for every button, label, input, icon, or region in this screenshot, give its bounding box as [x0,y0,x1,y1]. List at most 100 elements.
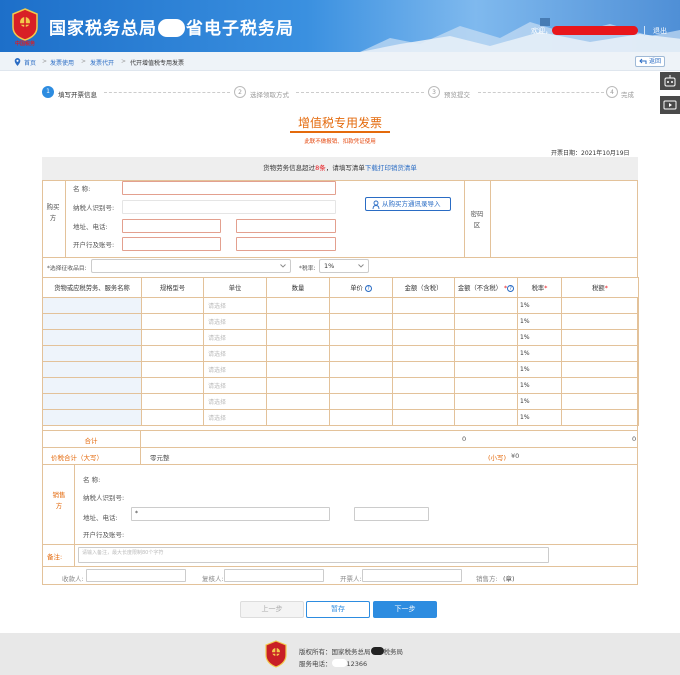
download-list-link[interactable]: 下载打印销货清单 [365,164,417,172]
spec-cell[interactable] [141,297,204,314]
tax-cell[interactable] [561,297,639,314]
spec-cell[interactable] [141,393,204,410]
tax-cell[interactable] [561,377,639,394]
unit-price-cell[interactable] [329,393,393,410]
quantity-cell[interactable] [266,345,330,362]
breadcrumb-invoice-issue[interactable]: 发票代开 [90,58,114,67]
goods-name-cell[interactable] [42,409,142,426]
quantity-cell[interactable] [266,377,330,394]
unit-price-cell[interactable] [329,329,393,346]
quantity-cell[interactable] [266,297,330,314]
tax-cell[interactable] [561,329,639,346]
quantity-cell[interactable] [266,361,330,378]
unit-price-cell[interactable] [329,377,393,394]
tax-cell[interactable] [561,393,639,410]
unit-price-cell[interactable] [329,361,393,378]
side-toolbar-video[interactable] [660,96,680,114]
tax-cell[interactable] [561,361,639,378]
spec-cell[interactable] [141,361,204,378]
amount-excl-cell[interactable] [454,361,518,378]
unit-price-cell[interactable] [329,345,393,362]
unit-select-cell[interactable]: 请选择 [203,345,267,362]
spec-cell[interactable] [141,377,204,394]
amount-incl-cell[interactable] [392,409,455,426]
payee-input[interactable] [86,569,186,582]
spec-cell[interactable] [141,313,204,330]
category-select[interactable] [91,259,291,273]
unit-select-cell[interactable]: 请选择 [203,377,267,394]
buyer-address-input[interactable] [122,219,221,233]
amount-incl-cell[interactable] [392,377,455,394]
unit-select-cell[interactable]: 请选择 [203,313,267,330]
quantity-cell[interactable] [266,313,330,330]
amount-excl-cell[interactable] [454,313,518,330]
tax-rate-cell[interactable]: 1% [517,361,562,378]
unit-price-cell[interactable] [329,313,393,330]
reviewer-input[interactable] [224,569,324,582]
buyer-tax-id-input[interactable] [122,200,336,214]
buyer-account-input[interactable] [236,237,336,251]
tax-rate-cell[interactable]: 1% [517,409,562,426]
tax-cell[interactable] [561,313,639,330]
tax-rate-select[interactable]: 1% [319,259,369,273]
quantity-cell[interactable] [266,393,330,410]
goods-name-cell[interactable] [42,313,142,330]
side-toolbar-robot[interactable] [660,72,680,90]
buyer-bank-input[interactable] [122,237,221,251]
tax-rate-cell[interactable]: 1% [517,345,562,362]
prev-step-button[interactable]: 上一步 [240,601,304,618]
unit-select-cell[interactable]: 请选择 [203,361,267,378]
tax-rate-cell[interactable]: 1% [517,329,562,346]
breadcrumb-home[interactable]: 首页 [24,58,36,67]
unit-select-cell[interactable]: 请选择 [203,409,267,426]
seller-address-input[interactable]: * [131,507,330,521]
amount-excl-cell[interactable] [454,409,518,426]
quantity-cell[interactable] [266,409,330,426]
breadcrumb-invoice-use[interactable]: 发票使用 [50,58,74,67]
save-draft-button[interactable]: 暂存 [306,601,370,618]
amount-incl-cell[interactable] [392,313,455,330]
goods-name-cell[interactable] [42,345,142,362]
unit-price-cell[interactable] [329,409,393,426]
quantity-cell[interactable] [266,329,330,346]
tax-rate-cell[interactable]: 1% [517,313,562,330]
amount-excl-cell[interactable] [454,377,518,394]
remarks-textarea[interactable]: 请输入备注，最大长度限制80个字符 [78,547,549,563]
amount-excl-cell[interactable] [454,329,518,346]
spec-cell[interactable] [141,409,204,426]
buyer-name-input[interactable] [122,181,336,195]
buyer-phone-input[interactable] [236,219,336,233]
tax-rate-cell[interactable]: 1% [517,393,562,410]
unit-select-cell[interactable]: 请选择 [203,329,267,346]
amount-excl-cell[interactable] [454,393,518,410]
goods-name-cell[interactable] [42,297,142,314]
issuer-input[interactable] [362,569,462,582]
import-buyer-contacts-button[interactable]: 从购买方通讯录导入 [365,197,451,211]
spec-cell[interactable] [141,345,204,362]
next-step-button[interactable]: 下一步 [373,601,437,618]
goods-name-cell[interactable] [42,329,142,346]
amount-incl-cell[interactable] [392,361,455,378]
help-question-icon[interactable]: ? [507,284,515,292]
amount-excl-cell[interactable] [454,345,518,362]
back-button[interactable]: 返回 [635,56,665,67]
amount-incl-cell[interactable] [392,393,455,410]
tax-rate-cell[interactable]: 1% [517,297,562,314]
spec-cell[interactable] [141,329,204,346]
goods-name-cell[interactable] [42,377,142,394]
tax-cell[interactable] [561,345,639,362]
unit-select-cell[interactable]: 请选择 [203,297,267,314]
goods-name-cell[interactable] [42,361,142,378]
amount-incl-cell[interactable] [392,297,455,314]
seller-phone-input[interactable] [354,507,429,521]
logout-link[interactable]: 退出 [644,26,667,36]
tax-rate-cell[interactable]: 1% [517,377,562,394]
unit-price-cell[interactable] [329,297,393,314]
help-question-icon[interactable]: ? [364,284,372,292]
amount-excl-cell[interactable] [454,297,518,314]
unit-select-cell[interactable]: 请选择 [203,393,267,410]
amount-incl-cell[interactable] [392,345,455,362]
tax-cell[interactable] [561,409,639,426]
amount-incl-cell[interactable] [392,329,455,346]
goods-name-cell[interactable] [42,393,142,410]
